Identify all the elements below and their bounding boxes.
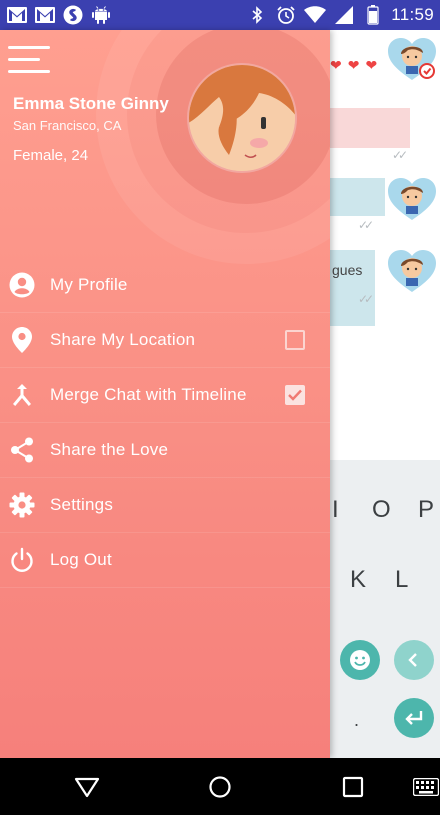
reaction-hearts: ❤ ❤ ❤ (330, 58, 377, 72)
chat-avatar[interactable] (388, 178, 436, 222)
chevron-left-icon (408, 653, 417, 667)
profile-avatar[interactable] (187, 63, 297, 173)
menu-item-label: Log Out (50, 550, 112, 569)
key-period[interactable]: . (354, 710, 359, 731)
recents-button[interactable] (337, 771, 369, 803)
menu-item-my-profile[interactable]: My Profile (0, 258, 330, 313)
key-o[interactable]: O (372, 496, 391, 524)
system-icons: 11:59 (246, 4, 434, 26)
chat-background: ❤ ❤ ❤ ✓✓ ✓✓ gues ✓✓ (330, 30, 440, 460)
home-icon (209, 776, 231, 798)
system-nav-bar (0, 758, 440, 815)
signal-icon (333, 4, 355, 26)
read-ticks-icon: ✓✓ (392, 148, 408, 162)
gear-icon (8, 491, 36, 519)
collapse-button[interactable] (394, 640, 434, 680)
battery-icon (362, 4, 384, 26)
checkmark-icon (288, 389, 302, 401)
drawer-menu: My Profile Share My Location Merge Chat … (0, 258, 330, 588)
alarm-icon (275, 4, 297, 26)
soft-keyboard: I O P K L . (330, 460, 440, 758)
bluetooth-icon (246, 4, 268, 26)
back-icon (74, 777, 100, 798)
menu-item-settings[interactable]: Settings (0, 478, 330, 533)
user-location: San Francisco, CA (13, 118, 122, 133)
key-i[interactable]: I (332, 496, 339, 524)
location-pin-icon (8, 326, 36, 354)
heart-icon: ❤ (330, 57, 342, 73)
menu-item-merge-chat[interactable]: Merge Chat with Timeline (0, 368, 330, 423)
menu-item-label: Share My Location (50, 330, 196, 349)
back-button[interactable] (71, 771, 103, 803)
menu-icon[interactable] (8, 46, 52, 76)
menu-item-label: Settings (50, 495, 114, 514)
menu-item-share-love[interactable]: Share the Love (0, 423, 330, 478)
user-details: Female, 24 (13, 147, 89, 164)
power-icon (8, 546, 36, 574)
read-ticks-icon: ✓✓ (358, 292, 374, 306)
status-bar: 11:59 (0, 0, 440, 30)
status-time: 11:59 (391, 5, 434, 24)
emoji-button[interactable] (340, 640, 380, 680)
key-k[interactable]: K (350, 566, 366, 594)
share-icon (8, 436, 36, 464)
menu-item-label: Merge Chat with Timeline (50, 385, 247, 404)
chat-bubble[interactable] (330, 178, 385, 216)
menu-item-log-out[interactable]: Log Out (0, 533, 330, 588)
person-icon (8, 271, 36, 299)
enter-button[interactable] (394, 698, 434, 738)
shazam-icon (62, 4, 84, 26)
gmail-icon (6, 4, 28, 26)
home-button[interactable] (204, 771, 236, 803)
heart-icon: ❤ (365, 57, 378, 73)
chat-avatar[interactable] (388, 38, 436, 82)
wifi-icon (304, 4, 327, 26)
share-location-checkbox[interactable] (285, 330, 305, 350)
user-name: Emma Stone Ginny (13, 94, 169, 113)
enter-icon (405, 711, 423, 725)
read-ticks-icon: ✓✓ (358, 218, 374, 232)
chat-avatar[interactable] (388, 250, 436, 294)
gmail-icon (34, 4, 56, 26)
chat-bubble[interactable]: gues (330, 250, 375, 326)
android-icon (90, 4, 112, 26)
key-l[interactable]: L (395, 566, 408, 594)
keyboard-icon (413, 778, 439, 796)
emoji-icon (350, 650, 370, 670)
menu-item-label: Share the Love (50, 440, 169, 459)
heart-icon: ❤ (347, 57, 360, 73)
chat-bubble[interactable] (330, 108, 410, 148)
recents-icon (342, 776, 364, 798)
merge-chat-checkbox[interactable] (285, 385, 305, 405)
notification-icons (6, 4, 112, 26)
menu-item-share-location[interactable]: Share My Location (0, 313, 330, 368)
merge-icon (8, 381, 36, 409)
key-p[interactable]: P (418, 496, 434, 524)
menu-item-label: My Profile (50, 275, 128, 294)
keyboard-switch-button[interactable] (410, 771, 440, 803)
chat-message-text: gues (332, 262, 363, 278)
navigation-drawer: Emma Stone Ginny San Francisco, CA Femal… (0, 30, 330, 758)
